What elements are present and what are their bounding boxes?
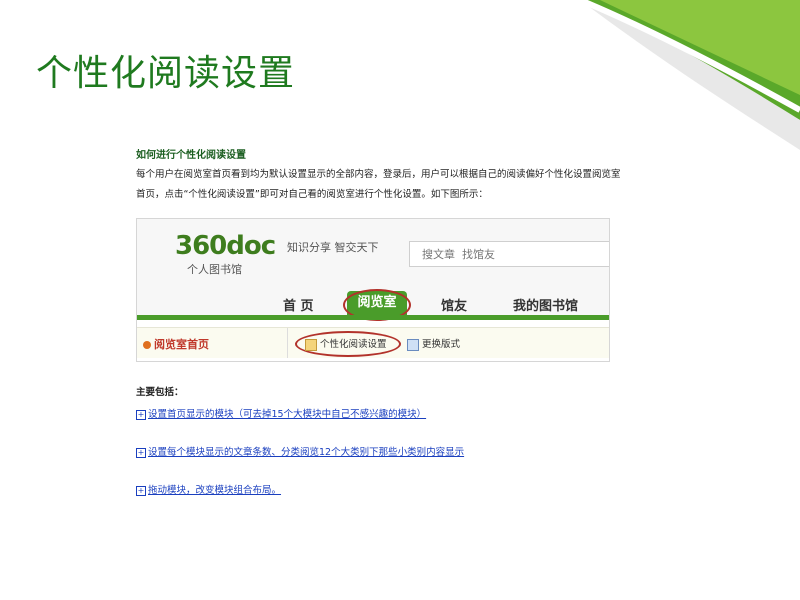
layout-icon [407,338,419,351]
sub-divider [287,328,288,358]
site-logo[interactable]: 360doc [175,231,276,261]
site-slogan: 知识分享 智交天下 [287,241,379,254]
help-title: 如何进行个性化阅读设置 [136,150,246,161]
site-search-input[interactable] [420,242,604,266]
personalize-reading-button[interactable]: 个性化阅读设置 [305,336,387,351]
nav-my-library[interactable]: 我的图书馆 [513,295,578,314]
sub-toolbar: 阅览室首页 个性化阅读设置 更换版式 [137,327,609,358]
expand-icon: + [136,447,146,458]
help-description-line1: 每个用户在阅览室首页看到均为默认设置显示的全部内容，登录后，用户可以根据自己的阅… [136,169,621,180]
expand-icon: + [136,409,146,420]
feature-label-1: 设置首页显示的模块（可去掉15个大模块中自己不感兴趣的模块） [148,409,427,420]
bullet-icon [143,341,151,349]
slide-title: 个性化阅读设置 [36,53,296,94]
nav-underline-bar [137,315,609,320]
feature-label-2: 设置每个模块显示的文章条数、分类阅览12个大类别下那些小类别内容显示 [148,447,465,458]
feature-link-2[interactable]: + 设置每个模块显示的文章条数、分类阅览12个大类别下那些小类别内容显示 [136,444,464,458]
site-screenshot: 360doc 个人图书馆 知识分享 智交天下 首 页 阅览室 馆友 我的图书馆 … [136,218,610,362]
expand-icon: + [136,485,146,496]
site-logo-subtitle: 个人图书馆 [187,263,242,276]
page-curl-decoration [578,0,800,150]
site-search-box[interactable] [409,241,609,267]
features-heading: 主要包括： [136,387,184,398]
reading-room-home-label: 阅览室首页 [154,338,209,351]
nav-friends[interactable]: 馆友 [441,295,467,314]
feature-link-3[interactable]: + 拖动模块，改变模块组合布局。 [136,482,281,496]
edit-icon [305,338,317,351]
feature-label-3: 拖动模块，改变模块组合布局。 [148,485,282,496]
reading-room-home-link[interactable]: 阅览室首页 [143,336,209,352]
nav-home[interactable]: 首 页 [283,295,314,314]
feature-link-1[interactable]: + 设置首页显示的模块（可去掉15个大模块中自己不感兴趣的模块） [136,406,426,420]
features-list: 主要包括： + 设置首页显示的模块（可去掉15个大模块中自己不感兴趣的模块） + 设… [136,384,696,496]
change-layout-button[interactable]: 更换版式 [407,336,460,351]
help-description-line2: 首页，点击“个性化阅读设置”即可对自己看的阅览室进行个性化设置。如下图所示： [136,189,488,200]
personalize-reading-label: 个性化阅读设置 [320,339,387,350]
change-layout-label: 更换版式 [422,339,461,350]
help-section: 如何进行个性化阅读设置 每个用户在阅览室首页看到均为默认设置显示的全部内容，登录… [136,146,676,205]
